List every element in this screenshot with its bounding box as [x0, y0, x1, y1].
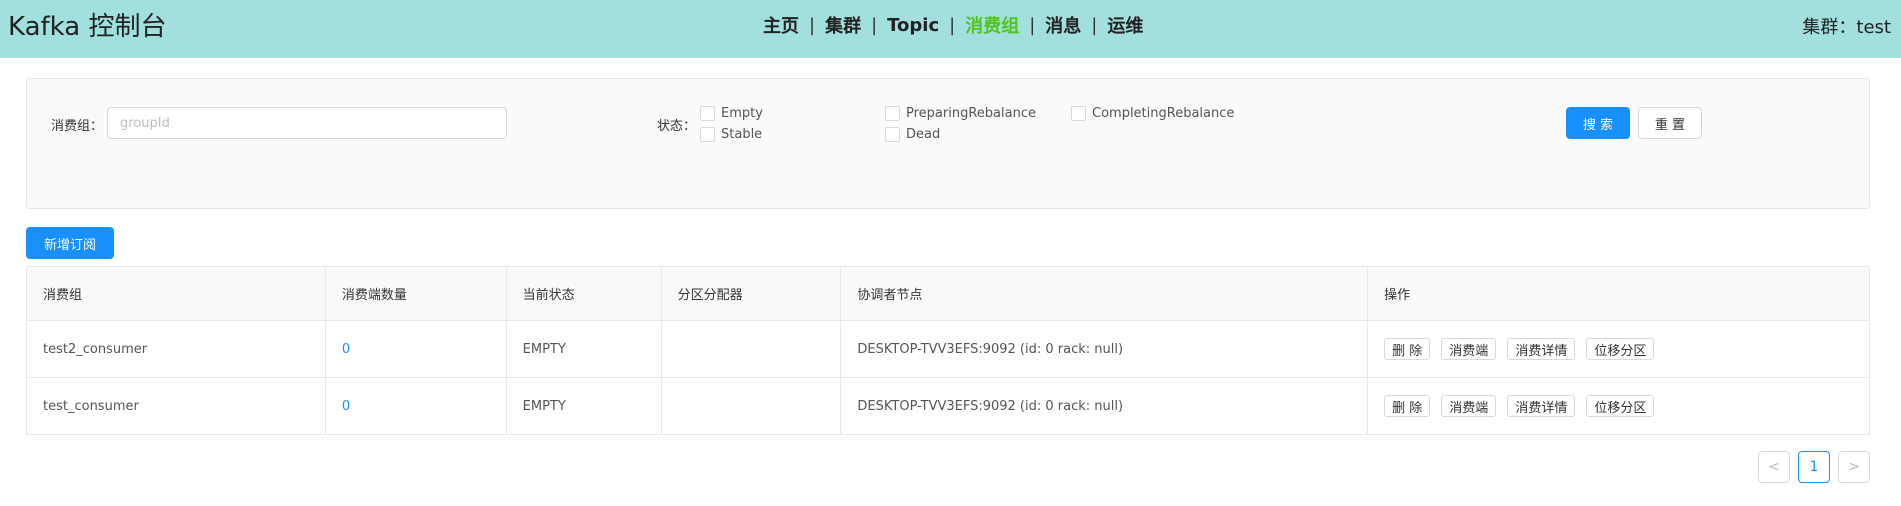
column-header-member-count: 消费端数量	[325, 266, 507, 321]
checkbox-label: PreparingRebalance	[906, 106, 1036, 121]
cell-assignor	[661, 320, 842, 378]
status-label: 状态：	[657, 119, 697, 134]
nav-separator: |	[809, 14, 816, 36]
cell-coordinator: DESKTOP-TVV3EFS:9092 (id: 0 rack: null)	[840, 377, 1369, 435]
consumers-button[interactable]: 消费端	[1441, 338, 1497, 360]
checkbox-label: Dead	[906, 127, 941, 142]
cell-coordinator: DESKTOP-TVV3EFS:9092 (id: 0 rack: null)	[840, 320, 1369, 378]
cell-group: test2_consumer	[26, 320, 326, 378]
checkbox-box[interactable]	[885, 127, 900, 142]
cluster-indicator: 集群：test	[1802, 17, 1891, 38]
cell-group: test_consumer	[26, 377, 326, 435]
column-header-coordinator: 协调者节点	[840, 266, 1369, 321]
nav-consumer-group[interactable]: 消费组	[965, 12, 1019, 38]
reset-button[interactable]: 重 置	[1638, 107, 1702, 139]
nav-cluster[interactable]: 集群	[825, 12, 861, 38]
offset-partition-button[interactable]: 位移分区	[1586, 338, 1655, 360]
checkbox-label: Empty	[721, 106, 763, 121]
main-nav: 主页 | 集群 | Topic | 消费组 | 消息 | 运维	[763, 12, 1143, 38]
checkbox-box[interactable]	[885, 106, 900, 121]
group-label: 消费组：	[51, 119, 104, 134]
cell-actions: 删 除消费端 消费详情 位移分区	[1367, 320, 1870, 378]
delete-button[interactable]: 删 除	[1384, 395, 1431, 417]
nav-separator: |	[949, 14, 956, 36]
column-header-assignor: 分区分配器	[661, 266, 842, 321]
consumer-group-table: 消费组 消费端数量 当前状态 分区分配器 协调者节点 操作 test2_cons…	[26, 266, 1870, 435]
status-checkbox-empty[interactable]: Empty	[700, 106, 763, 121]
add-subscription-button[interactable]: 新增订阅	[26, 227, 114, 259]
checkbox-label: CompletingRebalance	[1092, 106, 1235, 121]
cell-actions: 删 除消费端 消费详情 位移分区	[1367, 377, 1870, 435]
consume-detail-button[interactable]: 消费详情	[1507, 395, 1576, 417]
delete-button[interactable]: 删 除	[1384, 338, 1431, 360]
checkbox-label: Stable	[721, 127, 763, 142]
status-checkbox-completing-rebalance[interactable]: CompletingRebalance	[1071, 106, 1234, 121]
pagination-next-button[interactable]: >	[1838, 451, 1870, 483]
nav-separator: |	[1091, 14, 1098, 36]
consume-detail-button[interactable]: 消费详情	[1507, 338, 1576, 360]
filter-panel: 消费组： 状态： Empty Stable PreparingRebalance…	[26, 78, 1870, 209]
status-checkbox-dead[interactable]: Dead	[885, 127, 940, 142]
column-header-group: 消费组	[26, 266, 326, 321]
member-count-link[interactable]: 0	[342, 342, 350, 357]
cell-member-count: 0	[325, 377, 507, 435]
nav-topic[interactable]: Topic	[887, 15, 939, 36]
group-id-input[interactable]	[107, 107, 507, 139]
app-title: Kafka 控制台	[8, 12, 167, 42]
member-count-link[interactable]: 0	[342, 399, 350, 414]
checkbox-box[interactable]	[700, 106, 715, 121]
pagination-prev-button[interactable]: <	[1758, 451, 1790, 483]
column-header-state: 当前状态	[506, 266, 662, 321]
cell-state: EMPTY	[506, 320, 662, 378]
offset-partition-button[interactable]: 位移分区	[1586, 395, 1655, 417]
status-checkbox-preparing-rebalance[interactable]: PreparingRebalance	[885, 106, 1036, 121]
nav-message[interactable]: 消息	[1045, 12, 1081, 38]
nav-separator: |	[1029, 14, 1036, 36]
nav-ops[interactable]: 运维	[1107, 12, 1143, 38]
table-row: test_consumer 0 EMPTY DESKTOP-TVV3EFS:90…	[26, 377, 1870, 435]
checkbox-box[interactable]	[1071, 106, 1086, 121]
cell-state: EMPTY	[506, 377, 662, 435]
checkbox-box[interactable]	[700, 127, 715, 142]
pagination-page-button[interactable]: 1	[1798, 451, 1830, 483]
nav-separator: |	[871, 14, 878, 36]
search-button[interactable]: 搜 索	[1566, 107, 1630, 139]
cell-assignor	[661, 377, 842, 435]
cell-member-count: 0	[325, 320, 507, 378]
status-checkbox-stable[interactable]: Stable	[700, 127, 762, 142]
table-row: test2_consumer 0 EMPTY DESKTOP-TVV3EFS:9…	[26, 320, 1870, 378]
nav-home[interactable]: 主页	[763, 12, 799, 38]
top-header: Kafka 控制台 主页 | 集群 | Topic | 消费组 | 消息 | 运…	[0, 0, 1901, 58]
consumers-button[interactable]: 消费端	[1441, 395, 1497, 417]
table-header-row: 消费组 消费端数量 当前状态 分区分配器 协调者节点 操作	[26, 266, 1870, 321]
column-header-actions: 操作	[1367, 266, 1870, 321]
